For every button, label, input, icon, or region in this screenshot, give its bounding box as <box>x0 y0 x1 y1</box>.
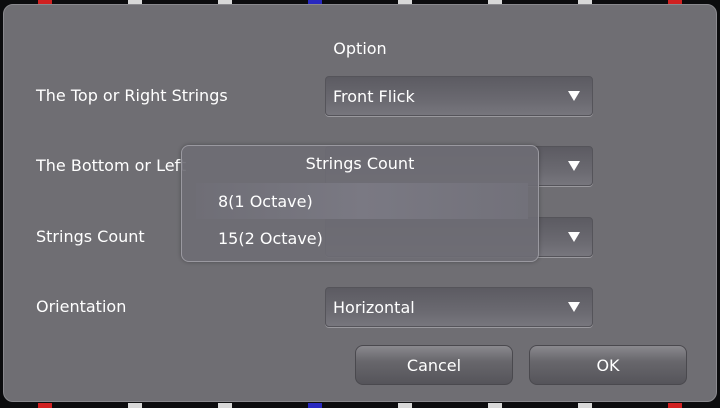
top-strings-label: The Top or Right Strings <box>36 86 228 105</box>
dropdown-arrow-icon <box>568 91 580 101</box>
dropdown-arrow-icon <box>568 161 580 171</box>
option-8-strings[interactable]: 8(1 Octave) <box>196 183 528 219</box>
dialog-title: Option <box>333 39 387 58</box>
string-marker <box>578 403 592 408</box>
cancel-button[interactable]: Cancel <box>355 345 513 385</box>
option-15-strings[interactable]: 15(2 Octave) <box>196 220 528 256</box>
string-marker <box>668 403 682 408</box>
select-value: Front Flick <box>333 87 415 106</box>
orientation-label: Orientation <box>36 297 127 316</box>
popup-title: Strings Count <box>305 154 415 173</box>
dropdown-arrow-icon <box>568 302 580 312</box>
string-marker <box>128 403 142 408</box>
ok-button[interactable]: OK <box>529 345 687 385</box>
select-value: Horizontal <box>333 298 415 317</box>
string-marker <box>488 403 502 408</box>
string-marker <box>398 403 412 408</box>
dropdown-arrow-icon <box>568 232 580 242</box>
string-marker <box>218 403 232 408</box>
orientation-select[interactable]: Horizontal <box>325 287 593 327</box>
string-marker <box>308 403 322 408</box>
strings-count-label: Strings Count <box>36 227 145 246</box>
string-marker <box>38 403 52 408</box>
bottom-strings-label: The Bottom or Left Strings <box>36 156 186 175</box>
top-strings-select[interactable]: Front Flick <box>325 76 593 116</box>
strings-count-popup: Strings Count 8(1 Octave) 15(2 Octave) <box>181 145 539 262</box>
